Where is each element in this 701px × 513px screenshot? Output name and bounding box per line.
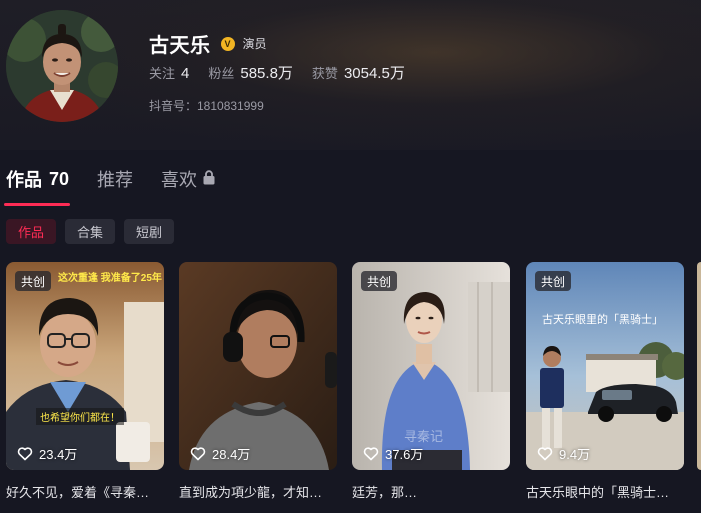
tab-count: 70 (49, 168, 70, 189)
profile-tabs: 作品 70 推荐 喜欢 (6, 166, 243, 192)
video-overlay-text: 这次重逢 我准备了25年 (58, 273, 162, 284)
like-count: 28.4万 (190, 444, 250, 463)
video-thumbnail: 共创 寻秦记 37.6万 (352, 262, 510, 470)
stat-value: 585.8万 (240, 65, 293, 82)
tab-label: 作品 (6, 170, 42, 190)
name-row: 古天乐 V 演员 (149, 29, 267, 58)
video-card[interactable]: 共创 这次重逢 我准备了25年 也希望你们都在！ 23.4万 好久不见，爱着《寻… (6, 262, 164, 501)
thumbnail-image (526, 262, 684, 470)
verified-label: 演员 (242, 37, 267, 51)
heart-icon (190, 447, 206, 461)
stat-label: 关注 (149, 66, 176, 81)
lock-icon (203, 169, 215, 190)
like-count-value: 28.4万 (212, 447, 251, 462)
verified-icon: V (220, 36, 235, 51)
pill-short-dramas[interactable]: 短剧 (124, 219, 175, 244)
avatar-image (6, 10, 118, 122)
video-thumbnail: 28.4万 (179, 262, 337, 470)
watermark-text: 寻秦记 (404, 429, 444, 444)
video-title[interactable]: 直到成为項少龍，才知… (179, 482, 339, 501)
video-title[interactable]: 廷芳，那… (352, 482, 512, 501)
video-card[interactable]: 共创 寻秦记 37.6万 廷芳，那… (352, 262, 510, 501)
tab-label: 推荐 (97, 170, 134, 190)
like-count-value: 23.4万 (39, 447, 78, 462)
tab-likes[interactable]: 喜欢 (161, 166, 215, 192)
user-name: 古天乐 (149, 35, 211, 57)
tab-label: 喜欢 (161, 170, 198, 190)
video-card-partial[interactable] (697, 262, 701, 470)
tab-works[interactable]: 作品 70 (6, 166, 69, 192)
avatar[interactable] (6, 10, 118, 122)
douyin-id: 抖音号：1810831999 (149, 99, 264, 113)
video-title[interactable]: 古天乐眼中的「黑骑士… (526, 482, 686, 501)
stat-likes[interactable]: 获赞 3054.5万 (312, 62, 405, 83)
thumbnail-image (179, 262, 337, 470)
content-filter-pills: 作品 合集 短剧 (6, 219, 175, 244)
stat-label: 粉丝 (208, 66, 235, 81)
cocreate-badge: 共创 (361, 271, 398, 291)
like-count-value: 9.4万 (559, 447, 591, 462)
video-title[interactable]: 好久不见，爱着《寻秦… (6, 482, 166, 501)
video-thumbnail: 共创 这次重逢 我准备了25年 也希望你们都在！ 23.4万 (6, 262, 164, 470)
video-thumbnail: 共创 古天乐眼里的「黑骑士」 9.4万 (526, 262, 684, 470)
video-subtitle: 也希望你们都在！ (36, 408, 124, 425)
profile-header: 古天乐 V 演员 关注 4 粉丝 585.8万 获赞 3054.5万 抖音号：1… (0, 0, 701, 150)
stat-value: 4 (181, 65, 190, 82)
active-tab-indicator (4, 203, 70, 206)
like-count: 23.4万 (17, 444, 77, 463)
cocreate-badge: 共创 (535, 271, 572, 291)
like-count-value: 37.6万 (385, 447, 424, 462)
pill-works[interactable]: 作品 (6, 219, 57, 244)
tab-recommend[interactable]: 推荐 (97, 166, 133, 192)
stat-following[interactable]: 关注 4 (149, 63, 189, 82)
stat-followers[interactable]: 粉丝 585.8万 (208, 62, 293, 83)
video-overlay-caption: 古天乐眼里的「黑骑士」 (542, 314, 663, 326)
video-card[interactable]: 共创 古天乐眼里的「黑骑士」 9.4万 古天乐眼中的「黑骑士… (526, 262, 684, 501)
heart-icon (363, 447, 379, 461)
stat-label: 获赞 (311, 66, 338, 81)
pill-collections[interactable]: 合集 (65, 219, 116, 244)
video-card[interactable]: 28.4万 直到成为項少龍，才知… (179, 262, 337, 501)
thumbnail-image (6, 262, 164, 470)
stats-row: 关注 4 粉丝 585.8万 获赞 3054.5万 (149, 62, 424, 83)
cocreate-badge: 共创 (15, 271, 52, 291)
heart-icon (537, 447, 553, 461)
like-count: 9.4万 (537, 444, 590, 463)
stat-value: 3054.5万 (343, 65, 405, 82)
like-count: 37.6万 (363, 444, 423, 463)
heart-icon (17, 447, 33, 461)
